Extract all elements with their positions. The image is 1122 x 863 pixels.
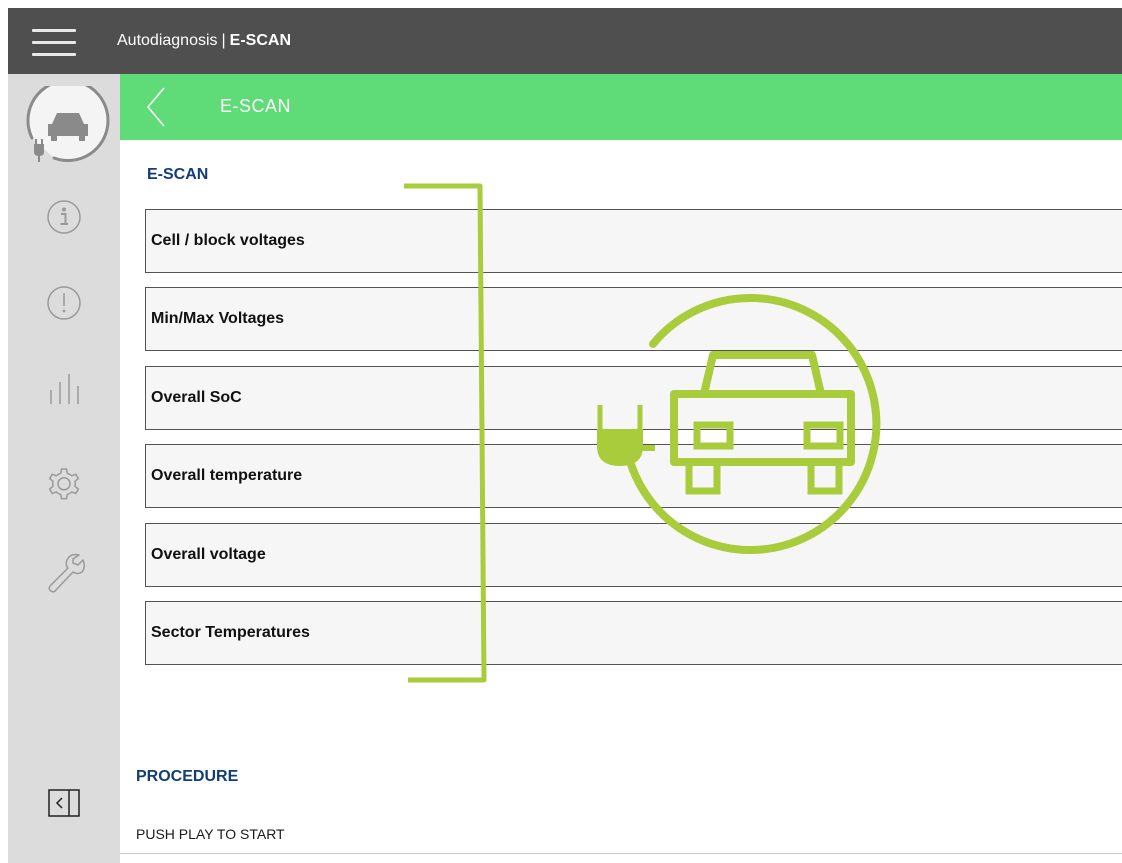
menu-item-label: Overall voltage — [151, 546, 266, 563]
menu-item-label: Overall SoC — [151, 389, 242, 406]
wrench-icon[interactable] — [46, 552, 86, 594]
bar-chart-icon[interactable] — [46, 371, 82, 407]
menu-item-overall-soc[interactable]: Overall SoC — [145, 366, 1122, 430]
top-bar: Autodiagnosis | E-SCAN — [8, 8, 1122, 74]
ev-car-plug-icon[interactable] — [24, 86, 110, 166]
collapse-panel-icon[interactable] — [48, 787, 80, 819]
procedure-text: PUSH PLAY TO START — [136, 826, 285, 842]
menu-item-label: Sector Temperatures — [151, 624, 310, 641]
gear-icon[interactable] — [46, 467, 82, 503]
header-title: E-SCAN — [220, 96, 292, 116]
menu-item-label: Min/Max Voltages — [151, 310, 285, 327]
procedure-title: PROCEDURE — [136, 768, 239, 785]
warning-icon[interactable] — [46, 285, 82, 321]
app-name: Autodiagnosis — [117, 32, 218, 49]
section-title: E-SCAN — [147, 166, 209, 183]
module-name: E-SCAN — [229, 32, 292, 49]
menu-item-overall-voltage[interactable]: Overall voltage — [145, 523, 1122, 587]
menu-item-label: Overall temperature — [151, 467, 303, 484]
green-header: E-SCAN — [120, 74, 1122, 140]
menu-item-label: Cell / block voltages — [151, 232, 305, 249]
chevron-left-icon[interactable] — [142, 86, 172, 128]
title-separator: | — [221, 32, 226, 49]
sidebar — [8, 74, 120, 863]
menu-item-min-max-voltages[interactable]: Min/Max Voltages — [145, 287, 1122, 351]
hamburger-menu-icon[interactable] — [32, 27, 76, 59]
app-title: Autodiagnosis | E-SCAN — [117, 32, 291, 50]
info-icon[interactable] — [46, 199, 82, 235]
menu-item-overall-temperature[interactable]: Overall temperature — [145, 444, 1122, 508]
menu-item-cell-block-voltages[interactable]: Cell / block voltages — [145, 209, 1122, 273]
content-panel: E-SCAN E-SCAN Cell / block voltages Min/… — [120, 74, 1122, 854]
menu-item-sector-temperatures[interactable]: Sector Temperatures — [145, 601, 1122, 665]
